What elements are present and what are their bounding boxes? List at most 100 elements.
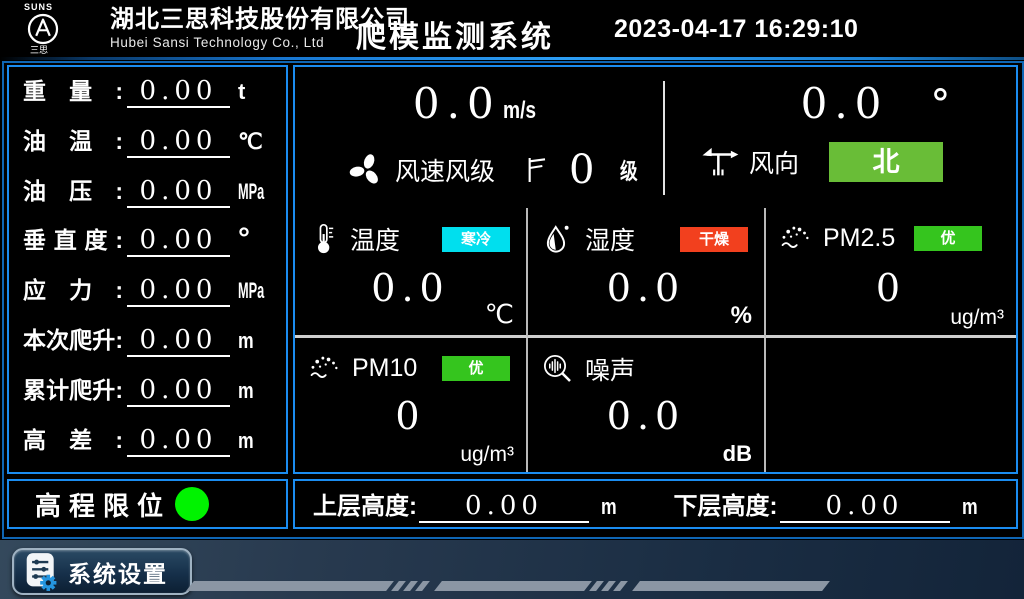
wind-speed-value: 0.0 — [413, 79, 501, 128]
metric-unit: m — [238, 378, 267, 404]
metric-label: 垂直度: — [23, 221, 123, 255]
sensor-value: 0.0 — [528, 394, 764, 438]
upper-height-label: 上层高度: — [313, 486, 417, 521]
sensor-card-pm10: PM10 优 0 ug/m³ — [295, 338, 528, 472]
sensor-unit: dB — [723, 441, 752, 467]
dust-icon — [307, 351, 343, 385]
status-badge: 干燥 — [680, 227, 748, 252]
logo-circle-icon — [26, 12, 60, 46]
sensor-name: 噪声 — [585, 351, 635, 387]
deco-bar — [434, 581, 592, 591]
settings-label: 系统设置 — [68, 555, 168, 589]
deco-bar — [632, 581, 830, 591]
company-logo: SUNS 三思 — [24, 2, 104, 55]
sensor-name: 湿度 — [585, 221, 635, 257]
metric-row-total-climb: 累计爬升: 0.00 m — [23, 371, 274, 421]
sensor-value: 0 — [766, 266, 1016, 310]
status-indicator — [175, 487, 209, 521]
metric-label: 油温: — [23, 122, 123, 156]
metric-unit: t — [238, 79, 274, 105]
sensor-card-empty — [766, 338, 1016, 472]
upper-height-group: 上层高度: 0.00 m — [295, 486, 656, 523]
sensor-name: 温度 — [350, 221, 400, 257]
metric-row-weight: 重量: 0.00 t — [23, 72, 274, 122]
sensor-head: PM10 优 — [295, 338, 526, 385]
wind-direction-section: 0.0° 风向 北 — [665, 67, 1016, 208]
metric-unit: m — [238, 328, 267, 354]
content-frame: 重量: 0.00 t 油温: 0.00 ℃ 油压: 0.00 MPa 垂直度: … — [2, 61, 1024, 539]
thermometer-icon — [307, 221, 341, 257]
metric-label: 高差: — [23, 421, 123, 455]
sensor-name: PM10 — [352, 354, 417, 383]
wind-direction-badge: 北 — [829, 142, 943, 182]
sensor-card-temperature: 温度 寒冷 0.0 ℃ — [295, 208, 528, 338]
metric-row-verticality: 垂直度: 0.00 ° — [23, 221, 274, 271]
wind-speed-label-row: 风速风级 0 级 — [347, 150, 662, 190]
wind-speed-section: 0.0m/s 风速风级 — [295, 67, 662, 208]
metric-label: 累计爬升: — [23, 371, 123, 405]
status-badge: 寒冷 — [442, 227, 510, 252]
wind-direction-label-row: 风向 北 — [699, 142, 1016, 182]
deco-bar — [186, 581, 394, 591]
metric-value: 0.00 — [127, 325, 230, 357]
upper-height-value: 0.00 — [419, 491, 589, 523]
metric-value: 0.00 — [127, 76, 230, 108]
wind-level-icon — [521, 153, 553, 187]
status-badge: 优 — [442, 356, 510, 381]
wind-vane-icon — [699, 142, 741, 182]
metric-row-height-diff: 高差: 0.00 m — [23, 421, 274, 471]
sensor-value: 0.0 — [528, 266, 764, 310]
fan-icon — [347, 151, 385, 189]
metric-value: 0.00 — [127, 425, 230, 457]
upper-height-unit: m — [601, 494, 617, 520]
screen: SUNS 三思 湖北三思科技股份有限公司 Hubei Sansi Technol… — [0, 0, 1024, 599]
noise-icon — [540, 351, 576, 387]
metric-row-stress: 应力: 0.00 MPa — [23, 271, 274, 321]
sensor-value: 0 — [295, 394, 526, 438]
metric-unit: ℃ — [238, 129, 274, 155]
lower-height-label: 下层高度: — [674, 486, 778, 521]
wind-direction-value: 0.0 — [801, 79, 889, 128]
settings-button[interactable]: 系统设置 — [12, 548, 192, 595]
metric-unit: MPa — [238, 278, 259, 304]
sensor-head: 温度 寒冷 — [295, 208, 526, 257]
metric-label: 应力: — [23, 271, 123, 305]
metric-value: 0.00 — [127, 176, 230, 208]
header: SUNS 三思 湖北三思科技股份有限公司 Hubei Sansi Technol… — [0, 0, 1024, 57]
sensor-card-noise: 噪声 0.0 dB — [528, 338, 766, 472]
metric-label: 重量: — [23, 72, 123, 106]
elevation-limit-box: 高程限位 — [7, 479, 288, 529]
lower-height-group: 下层高度: 0.00 m — [656, 486, 1017, 523]
datetime-display: 2023-04-17 16:29:10 — [614, 15, 858, 44]
wind-speed-label: 风速风级 — [395, 152, 495, 188]
logo-sansi-text: 三思 — [30, 46, 104, 55]
settings-icon — [24, 551, 60, 593]
metric-value: 0.00 — [127, 126, 230, 158]
sensor-unit: ug/m³ — [950, 306, 1004, 330]
sidebar-metrics: 重量: 0.00 t 油温: 0.00 ℃ 油压: 0.00 MPa 垂直度: … — [7, 65, 288, 474]
sensor-head: 湿度 干燥 — [528, 208, 764, 257]
header-accent-line — [0, 57, 1024, 60]
metric-label: 本次爬升: — [23, 321, 123, 355]
wind-row: 0.0m/s 风速风级 — [295, 67, 1016, 208]
dust-icon — [778, 221, 814, 255]
status-badge: 优 — [914, 226, 982, 251]
logo-suns-text: SUNS — [24, 2, 104, 12]
sensor-head: 噪声 — [528, 338, 764, 387]
sensor-unit: ug/m³ — [460, 443, 514, 467]
wind-direction-label: 风向 — [749, 144, 799, 180]
sensor-head: PM2.5 优 — [766, 208, 1016, 255]
wind-level-unit: 级 — [620, 154, 638, 186]
sensor-unit: ℃ — [485, 299, 514, 330]
metric-row-current-climb: 本次爬升: 0.00 m — [23, 321, 274, 371]
sensor-grid: 温度 寒冷 0.0 ℃ 湿度 干燥 — [295, 208, 1016, 472]
page-title: 爬模监测系统 — [356, 12, 554, 56]
main-panel: 0.0m/s 风速风级 — [293, 65, 1018, 474]
sensor-unit: % — [731, 302, 752, 330]
metric-row-oil-pressure: 油压: 0.00 MPa — [23, 172, 274, 222]
sensor-card-humidity: 湿度 干燥 0.0 % — [528, 208, 766, 338]
wind-speed-reading: 0.0m/s — [295, 81, 662, 134]
elevation-limit-label: 高程限位 — [35, 486, 171, 523]
lower-height-value: 0.00 — [780, 491, 950, 523]
bottom-bar: 系统设置 — [0, 540, 1024, 599]
